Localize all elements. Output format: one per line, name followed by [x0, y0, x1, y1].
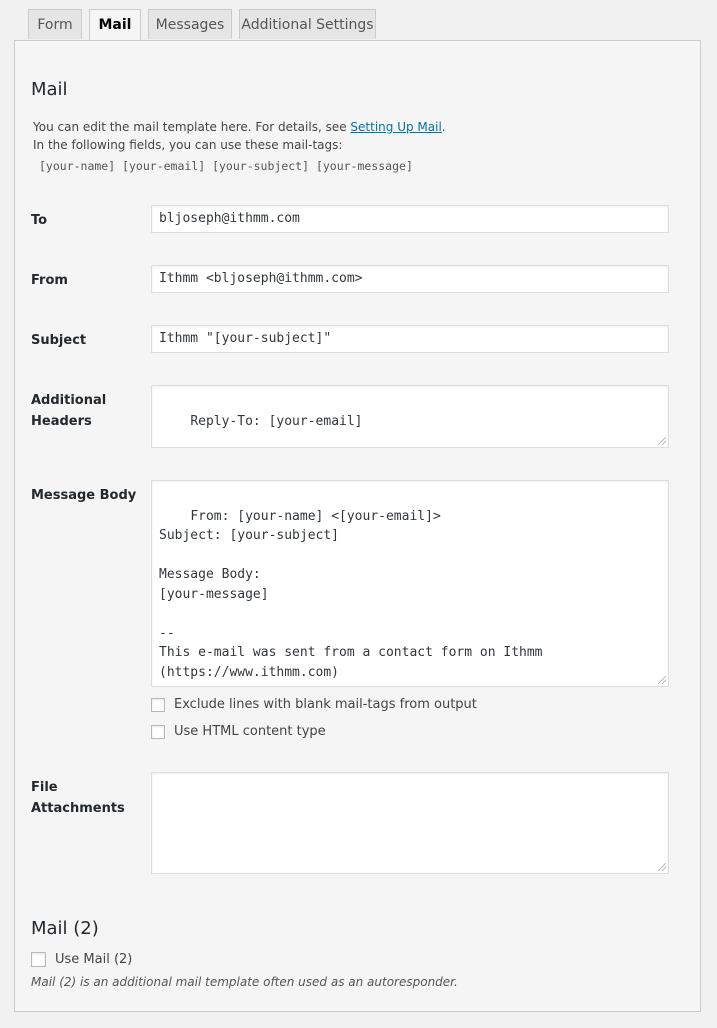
file-attachments-label: File Attachments [31, 777, 141, 819]
tab-additional-settings[interactable]: Additional Settings [239, 9, 376, 39]
headers-label-line1: Additional [31, 393, 107, 408]
tab-messages[interactable]: Messages [148, 9, 232, 39]
mail-description: You can edit the mail template here. For… [33, 120, 446, 134]
html-content-option[interactable]: Use HTML content type [151, 724, 326, 739]
additional-headers-textarea[interactable]: Reply-To: [your-email] [151, 385, 669, 448]
mail-panel: Mail You can edit the mail template here… [14, 40, 701, 1012]
mail-heading: Mail [31, 79, 68, 100]
message-body-textarea[interactable]: From: [your-name] <[your-email]> Subject… [151, 480, 669, 687]
html-content-label: Use HTML content type [174, 724, 326, 739]
tab-mail[interactable]: Mail [89, 9, 141, 41]
additional-headers-label: Additional Headers [31, 390, 141, 432]
resize-handle-icon[interactable] [658, 676, 666, 684]
tab-form[interactable]: Form [28, 9, 82, 39]
message-body-text: From: [your-name] <[your-email]> Subject… [159, 508, 543, 680]
subject-label: Subject [31, 333, 87, 348]
headers-text: Reply-To: [your-email] [190, 413, 363, 429]
use-mail2-label: Use Mail (2) [55, 952, 133, 967]
html-content-checkbox[interactable] [151, 724, 165, 739]
tab-bar: Form Mail Messages Additional Settings [0, 0, 717, 41]
resize-handle-icon[interactable] [658, 437, 666, 445]
exclude-blank-label: Exclude lines with blank mail-tags from … [174, 697, 477, 712]
attachments-label-line2: Attachments [31, 801, 125, 816]
exclude-blank-checkbox[interactable] [151, 697, 165, 712]
use-mail2-option[interactable]: Use Mail (2) [31, 952, 132, 967]
exclude-blank-option[interactable]: Exclude lines with blank mail-tags from … [151, 697, 477, 712]
from-label: From [31, 273, 68, 288]
mail2-heading: Mail (2) [31, 918, 99, 939]
subject-field[interactable]: Ithmm "[your-subject]" [151, 325, 669, 353]
headers-label-line2: Headers [31, 414, 92, 429]
file-attachments-textarea[interactable] [151, 772, 669, 874]
to-label: To [31, 213, 48, 228]
desc-suffix: . [441, 120, 446, 134]
desc-prefix: You can edit the mail template here. For… [33, 120, 351, 134]
setting-up-mail-link[interactable]: Setting Up Mail [350, 120, 441, 134]
to-field[interactable]: bljoseph@ithmm.com [151, 205, 669, 233]
resize-handle-icon[interactable] [658, 863, 666, 871]
message-body-label: Message Body [31, 488, 137, 503]
from-field[interactable]: Ithmm <bljoseph@ithmm.com> [151, 265, 669, 293]
use-mail2-checkbox[interactable] [31, 952, 46, 967]
mail-tags-list: [your-name] [your-email] [your-subject] … [39, 159, 413, 173]
attachments-label-line1: File [31, 780, 58, 795]
mail-tags-intro: In the following fields, you can use the… [33, 138, 343, 152]
mail2-note: Mail (2) is an additional mail template … [31, 975, 458, 989]
